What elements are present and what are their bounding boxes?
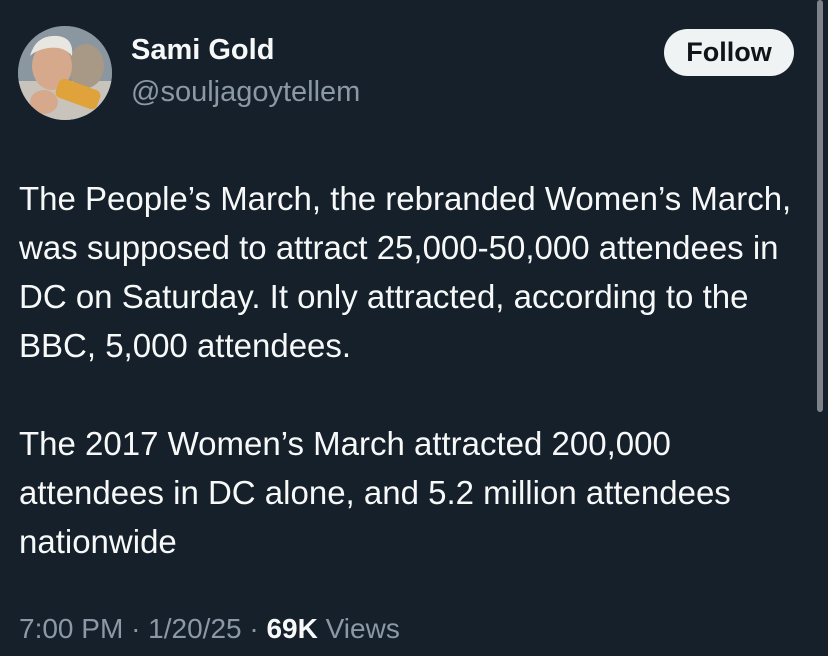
tweet-text: The People’s March, the rebranded Women’… [19,174,814,566]
tweet-card: Sami Gold @souljagoytellem Follow The Pe… [0,0,828,656]
avatar[interactable] [18,26,112,120]
meta-separator: · [249,613,259,644]
views-label[interactable]: Views [326,613,400,644]
tweet-paragraph: The People’s March, the rebranded Women’… [19,180,792,364]
tweet-time[interactable]: 7:00 PM [19,613,123,644]
display-name[interactable]: Sami Gold [131,34,274,67]
follow-button[interactable]: Follow [664,29,794,76]
tweet-paragraph: The 2017 Women’s March attracted 200,000… [19,425,731,560]
tweet-date[interactable]: 1/20/25 [148,613,241,644]
handle[interactable]: @souljagoytellem [131,76,360,109]
scrollbar[interactable] [817,0,823,412]
meta-separator: · [131,613,141,644]
tweet-meta: 7:00 PM · 1/20/25 · 69K Views [19,613,400,645]
views-count[interactable]: 69K [266,613,317,644]
